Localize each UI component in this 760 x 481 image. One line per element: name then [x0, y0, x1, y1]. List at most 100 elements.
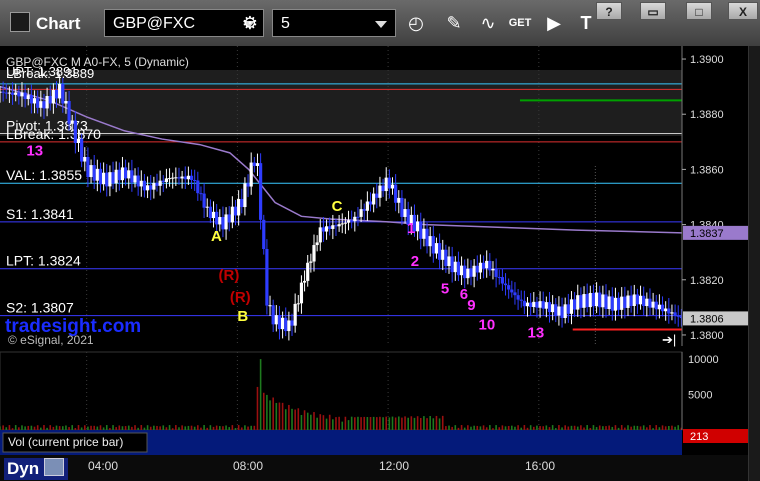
- annotation-label: 13: [26, 143, 43, 160]
- candle-body: [623, 296, 627, 308]
- clock-icon[interactable]: ◴: [402, 9, 430, 37]
- vertical-scrollbar[interactable]: [748, 46, 760, 481]
- candle-body: [48, 96, 52, 104]
- candle-body: [425, 228, 429, 247]
- candle-body: [340, 223, 344, 225]
- time-tick-1200: 12:00: [379, 459, 410, 473]
- annotation-label: C: [332, 198, 343, 215]
- candle-body: [375, 193, 379, 198]
- candle-body: [456, 261, 461, 276]
- annotation-label: (R): [230, 289, 251, 306]
- candle-body: [32, 98, 37, 104]
- candle-body: [155, 182, 159, 186]
- get-icon[interactable]: GET: [506, 9, 534, 37]
- candle-body: [246, 183, 250, 187]
- candle-body: [331, 225, 335, 229]
- candle-body: [249, 162, 253, 187]
- level-label: LBreak: 1.3870: [6, 126, 101, 142]
- candle-body: [139, 180, 143, 187]
- candle-body: [638, 295, 643, 305]
- candle-body: [635, 294, 640, 305]
- pencil-icon[interactable]: ✎: [440, 9, 468, 37]
- price-tick-label: 1.3880: [690, 109, 724, 121]
- candle-body: [365, 201, 369, 211]
- calendar-icon[interactable]: [44, 458, 64, 476]
- price-tick-label: 1.3900: [690, 54, 724, 66]
- candle-body: [7, 92, 12, 94]
- candle-body: [186, 175, 190, 180]
- candle-body: [183, 176, 187, 180]
- candle-body: [158, 180, 162, 186]
- candle-body: [145, 185, 150, 191]
- candle-body: [604, 294, 608, 310]
- candle-body: [89, 165, 93, 178]
- candle-body: [632, 294, 636, 306]
- candle-body: [670, 312, 674, 314]
- price-tick-label: 1.3800: [690, 330, 724, 342]
- candle-body: [54, 89, 59, 99]
- play-icon[interactable]: ▶: [540, 9, 568, 37]
- candle-body: [626, 295, 630, 308]
- candle-body: [585, 294, 589, 308]
- title-bar: Chart GBP@FXC ⚙ 5 ◴ ✎ ∿ GET ▶ T ? ▭ □ X: [0, 0, 760, 47]
- candle-body: [290, 320, 294, 326]
- candle-body: [516, 295, 520, 300]
- candle-body: [95, 168, 99, 181]
- candle-body: [551, 304, 555, 313]
- candle-body: [503, 283, 508, 286]
- price-axis[interactable]: 1.38001.38201.38401.38601.38801.39001.38…: [681, 46, 748, 346]
- annotation-label: B: [237, 308, 248, 325]
- volume-tick-label: 5000: [688, 390, 712, 402]
- app-title: Chart: [10, 12, 80, 34]
- scroll-end-icon[interactable]: ➔|: [662, 332, 676, 347]
- candle-body: [648, 298, 652, 308]
- candle-body: [535, 301, 539, 308]
- candle-body: [372, 193, 376, 205]
- candle-body: [67, 101, 71, 124]
- candle-body: [667, 308, 671, 314]
- window-title: Chart: [36, 14, 81, 33]
- candle-body: [541, 301, 545, 309]
- candle-body: [478, 262, 483, 273]
- candle-body: [441, 249, 445, 260]
- interval-select[interactable]: 5: [272, 9, 396, 37]
- volume-axis: 5000 10000 213: [681, 352, 748, 443]
- candle-body: [645, 298, 649, 307]
- candle-body: [240, 198, 244, 208]
- indicator-icon[interactable]: ∿: [474, 9, 502, 37]
- help-button[interactable]: ?: [596, 2, 622, 20]
- candle-body: [83, 157, 87, 162]
- gear-icon[interactable]: ⚙: [236, 9, 264, 37]
- time-axis-bar[interactable]: Dyn 04:00 08:00 12:00 16:00: [0, 455, 760, 481]
- volume-current-text: 213: [690, 431, 708, 443]
- candle-body: [346, 220, 351, 223]
- minimize-button[interactable]: ▭: [640, 2, 666, 20]
- candle-body: [390, 184, 395, 189]
- candle-body: [607, 296, 611, 310]
- candle-body: [171, 177, 175, 179]
- price-tick-label: 1.3860: [690, 164, 724, 176]
- candle-body: [544, 302, 548, 309]
- candle-body: [419, 221, 423, 239]
- candle-body: [142, 180, 147, 191]
- candle-body: [629, 295, 633, 306]
- shaded-zone: [0, 70, 682, 136]
- candle-body: [428, 236, 432, 247]
- candle-body: [334, 225, 338, 227]
- candle-body: [271, 305, 275, 325]
- close-button[interactable]: X: [728, 2, 758, 20]
- candle-body: [136, 175, 140, 187]
- candle-body: [560, 306, 564, 318]
- vwap-price-text: 1.3837: [690, 228, 724, 240]
- candle-body: [594, 292, 599, 307]
- candle-body: [378, 185, 382, 198]
- candle-body: [475, 265, 479, 273]
- candle-body: [318, 227, 322, 243]
- price-chart[interactable]: Pivot: 1.3873LBreak: 1.3870VAL: 1.3855S1…: [0, 46, 748, 455]
- candle-body: [45, 96, 49, 109]
- candle-body: [130, 170, 134, 183]
- maximize-button[interactable]: □: [686, 2, 712, 20]
- annotation-label: A: [211, 228, 222, 245]
- annotation-label: 5: [441, 281, 449, 298]
- candle-body: [620, 296, 624, 310]
